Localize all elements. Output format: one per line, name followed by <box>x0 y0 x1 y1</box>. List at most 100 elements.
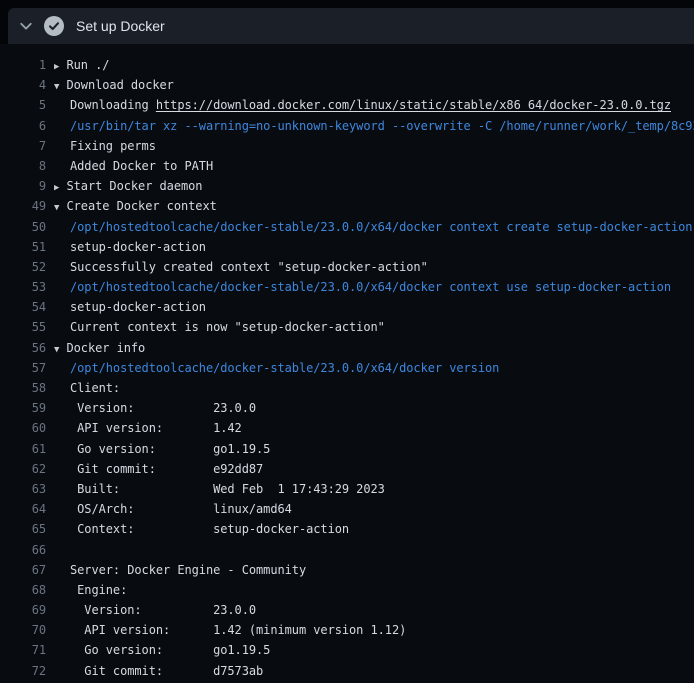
log-command-text: /opt/hostedtoolcache/docker-stable/23.0.… <box>70 280 671 294</box>
line-number[interactable]: 5 <box>0 95 46 115</box>
line-number[interactable]: 72 <box>0 661 46 681</box>
line-number[interactable]: 69 <box>0 600 46 620</box>
log-text: setup-docker-action <box>70 240 206 254</box>
log-text: Client: <box>70 381 120 395</box>
group-collapsed-icon[interactable]: ▶ <box>54 57 67 75</box>
log-text: Version: 23.0.0 <box>70 603 256 617</box>
log-line: 58 Client: <box>0 378 694 398</box>
line-number[interactable]: 59 <box>0 398 46 418</box>
log-line: 5 Downloading https://download.docker.co… <box>0 95 694 115</box>
group-title: Docker info <box>67 341 146 355</box>
line-number[interactable]: 67 <box>0 560 46 580</box>
group-title: Run ./ <box>67 58 110 72</box>
log-line: 55 Current context is now "setup-docker-… <box>0 317 694 337</box>
check-circle-icon <box>44 16 64 36</box>
line-number[interactable]: 6 <box>0 116 46 136</box>
log-line: 72 Git commit: d7573ab <box>0 661 694 681</box>
line-number[interactable]: 1 <box>0 55 46 75</box>
line-number[interactable]: 66 <box>0 540 46 560</box>
log-link[interactable]: https://download.docker.com/linux/static… <box>156 98 671 112</box>
log-line: 59 Version: 23.0.0 <box>0 398 694 418</box>
line-number[interactable]: 7 <box>0 136 46 156</box>
line-number[interactable]: 71 <box>0 640 46 660</box>
group-title: Start Docker daemon <box>67 179 203 193</box>
log-group-header[interactable]: 4 ▼Download docker <box>0 75 694 95</box>
log-command-text: /usr/bin/tar xz --warning=no-unknown-key… <box>70 119 694 133</box>
line-number[interactable]: 57 <box>0 358 46 378</box>
log-lines: 1 ▶Run ./ 4 ▼Download docker 5 Downloadi… <box>0 55 694 681</box>
line-number[interactable]: 61 <box>0 439 46 459</box>
log-line: 71 Go version: go1.19.5 <box>0 640 694 660</box>
line-number[interactable]: 63 <box>0 479 46 499</box>
line-number[interactable]: 58 <box>0 378 46 398</box>
line-number[interactable]: 64 <box>0 499 46 519</box>
log-line: 7 Fixing perms <box>0 136 694 156</box>
step-title: Set up Docker <box>76 18 165 34</box>
log-text: Context: setup-docker-action <box>70 522 349 536</box>
log-line: 53 /opt/hostedtoolcache/docker-stable/23… <box>0 277 694 297</box>
log-line: 51 setup-docker-action <box>0 237 694 257</box>
group-collapsed-icon[interactable]: ▶ <box>54 178 67 196</box>
group-expanded-icon[interactable]: ▼ <box>54 198 67 216</box>
chevron-down-icon[interactable] <box>18 18 34 34</box>
log-group-header[interactable]: 56 ▼Docker info <box>0 338 694 358</box>
log-line: 52 Successfully created context "setup-d… <box>0 257 694 277</box>
line-number[interactable]: 4 <box>0 75 46 95</box>
log-text: Built: Wed Feb 1 17:43:29 2023 <box>70 482 385 496</box>
log-text: Git commit: e92dd87 <box>70 462 263 476</box>
log-line: 60 API version: 1.42 <box>0 418 694 438</box>
log-text: Go version: go1.19.5 <box>70 442 270 456</box>
line-number[interactable]: 68 <box>0 580 46 600</box>
line-number[interactable]: 54 <box>0 297 46 317</box>
log-line: 8 Added Docker to PATH <box>0 156 694 176</box>
log-text: Downloading <box>70 98 156 112</box>
log-text: Current context is now "setup-docker-act… <box>70 320 385 334</box>
log-line: 6 /usr/bin/tar xz --warning=no-unknown-k… <box>0 116 694 136</box>
log-line: 63 Built: Wed Feb 1 17:43:29 2023 <box>0 479 694 499</box>
log-line: 65 Context: setup-docker-action <box>0 519 694 539</box>
line-number[interactable]: 51 <box>0 237 46 257</box>
line-number[interactable]: 50 <box>0 217 46 237</box>
line-number[interactable]: 53 <box>0 277 46 297</box>
log-line: 62 Git commit: e92dd87 <box>0 459 694 479</box>
log-text: API version: 1.42 (minimum version 1.12) <box>70 623 406 637</box>
line-number[interactable]: 52 <box>0 257 46 277</box>
log-group-header[interactable]: 49 ▼Create Docker context <box>0 196 694 216</box>
line-number[interactable]: 65 <box>0 519 46 539</box>
log-text: Added Docker to PATH <box>70 159 213 173</box>
line-number[interactable]: 49 <box>0 196 46 216</box>
log-group-header[interactable]: 1 ▶Run ./ <box>0 55 694 75</box>
log-panel: 1 ▶Run ./ 4 ▼Download docker 5 Downloadi… <box>0 44 694 683</box>
log-line: 70 API version: 1.42 (minimum version 1.… <box>0 620 694 640</box>
log-line: 68 Engine: <box>0 580 694 600</box>
log-command-text: /opt/hostedtoolcache/docker-stable/23.0.… <box>70 220 692 234</box>
line-number[interactable]: 56 <box>0 338 46 358</box>
log-group-header[interactable]: 9 ▶Start Docker daemon <box>0 176 694 196</box>
line-number[interactable]: 62 <box>0 459 46 479</box>
log-line: 69 Version: 23.0.0 <box>0 600 694 620</box>
log-text: API version: 1.42 <box>70 421 242 435</box>
group-title: Download docker <box>67 78 174 92</box>
log-text: setup-docker-action <box>70 300 206 314</box>
step-header[interactable]: Set up Docker <box>8 8 694 44</box>
log-text: Version: 23.0.0 <box>70 401 256 415</box>
group-title: Create Docker context <box>67 199 217 213</box>
log-command-text: /opt/hostedtoolcache/docker-stable/23.0.… <box>70 361 499 375</box>
line-number[interactable]: 55 <box>0 317 46 337</box>
line-number[interactable]: 70 <box>0 620 46 640</box>
group-expanded-icon[interactable]: ▼ <box>54 340 67 358</box>
line-number[interactable]: 60 <box>0 418 46 438</box>
group-expanded-icon[interactable]: ▼ <box>54 77 67 95</box>
log-text: Successfully created context "setup-dock… <box>70 260 428 274</box>
log-line: 67 Server: Docker Engine - Community <box>0 560 694 580</box>
log-text: Fixing perms <box>70 139 156 153</box>
log-line: 57 /opt/hostedtoolcache/docker-stable/23… <box>0 358 694 378</box>
log-text: OS/Arch: linux/amd64 <box>70 502 292 516</box>
log-line: 50 /opt/hostedtoolcache/docker-stable/23… <box>0 217 694 237</box>
log-line: 54 setup-docker-action <box>0 297 694 317</box>
log-line: 64 OS/Arch: linux/amd64 <box>0 499 694 519</box>
log-text: Server: Docker Engine - Community <box>70 563 306 577</box>
log-text: Go version: go1.19.5 <box>70 643 270 657</box>
line-number[interactable]: 8 <box>0 156 46 176</box>
line-number[interactable]: 9 <box>0 176 46 196</box>
